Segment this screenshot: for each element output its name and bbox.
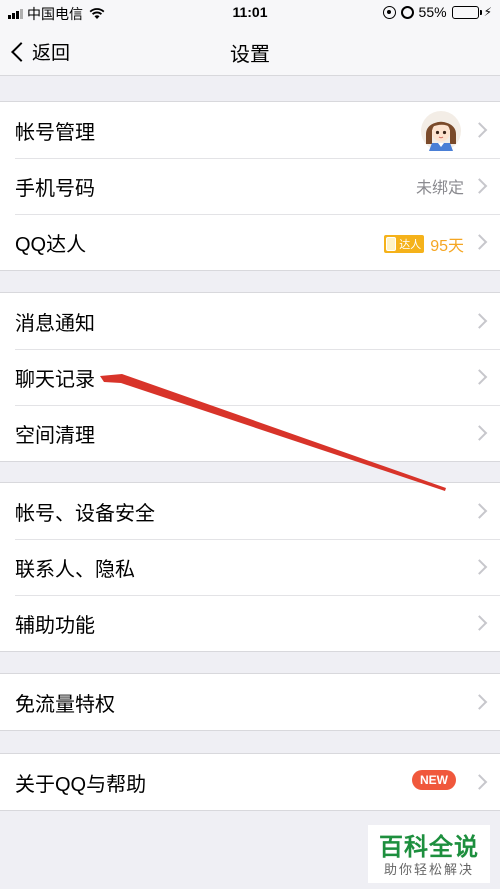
row-label: 消息通知 [15, 312, 95, 335]
page-title: 设置 [230, 44, 270, 66]
row-label: 联系人、隐私 [15, 558, 135, 581]
row-contacts-privacy[interactable]: 联系人、隐私 [0, 539, 500, 595]
row-accessibility[interactable]: 辅助功能 [0, 595, 500, 651]
battery-percent: 55% [418, 4, 447, 20]
charging-icon: ⚡ [483, 5, 492, 19]
status-right: 55% ⚡ [382, 4, 492, 20]
watermark-title: 百科全说 [379, 834, 479, 861]
row-qq-daren[interactable]: QQ达人 达人 95天 [0, 214, 500, 270]
row-phone-number[interactable]: 手机号码 未绑定 [0, 158, 500, 214]
settings-group-messages: 消息通知 聊天记录 空间清理 [0, 292, 500, 462]
row-storage-cleanup[interactable]: 空间清理 [0, 405, 500, 461]
row-value: 未绑定 [415, 180, 464, 197]
row-label: 帐号、设备安全 [15, 502, 155, 525]
settings-group-about: 关于QQ与帮助 NEW [0, 753, 500, 811]
row-label: 手机号码 [15, 177, 95, 200]
orientation-lock-icon [382, 5, 396, 19]
row-label: QQ达人 [15, 233, 87, 256]
row-label: 帐号管理 [15, 121, 95, 144]
chevron-right-icon [471, 425, 488, 441]
alarm-icon [400, 5, 414, 19]
row-label: 空间清理 [15, 424, 95, 447]
row-account-device-security[interactable]: 帐号、设备安全 [0, 483, 500, 539]
chevron-right-icon [471, 694, 488, 710]
daren-indicator: 达人 95天 [384, 232, 464, 256]
row-label: 免流量特权 [15, 693, 115, 716]
watermark-subtitle: 助你轻松解决 [383, 862, 474, 877]
row-label: 辅助功能 [15, 614, 95, 637]
phone-icon [386, 237, 397, 251]
settings-group-security: 帐号、设备安全 联系人、隐私 辅助功能 [0, 482, 500, 652]
avatar [421, 111, 461, 151]
row-free-data-privilege[interactable]: 免流量特权 [0, 674, 500, 730]
chevron-right-icon [471, 178, 488, 194]
row-label: 关于QQ与帮助 [15, 773, 147, 796]
chevron-right-icon [471, 503, 488, 519]
chevron-right-icon [471, 122, 488, 138]
chevron-right-icon [471, 774, 488, 790]
daren-days: 95天 [430, 238, 464, 255]
daren-badge-text: 达人 [399, 239, 422, 251]
nav-bar: 返回 设置 [0, 26, 500, 76]
row-chat-history[interactable]: 聊天记录 [0, 349, 500, 405]
chevron-right-icon [471, 615, 488, 631]
settings-group-account: 帐号管理 手机号码 未绑定 QQ达人 达人 95天 [0, 101, 500, 271]
new-badge: NEW [412, 770, 456, 790]
row-message-notifications[interactable]: 消息通知 [0, 293, 500, 349]
settings-group-data: 免流量特权 [0, 673, 500, 731]
battery-icon [451, 5, 482, 19]
status-bar: 中国电信 11:01 55% ⚡ [0, 0, 500, 26]
daren-badge: 达人 [384, 235, 425, 253]
row-account-management[interactable]: 帐号管理 [0, 102, 500, 158]
row-label: 聊天记录 [15, 368, 95, 391]
chevron-right-icon [471, 313, 488, 329]
chevron-right-icon [471, 234, 488, 250]
watermark-logo: 百科全说 助你轻松解决 [368, 825, 490, 883]
chevron-right-icon [471, 559, 488, 575]
chevron-right-icon [471, 369, 488, 385]
row-about-help[interactable]: 关于QQ与帮助 NEW [0, 754, 500, 810]
